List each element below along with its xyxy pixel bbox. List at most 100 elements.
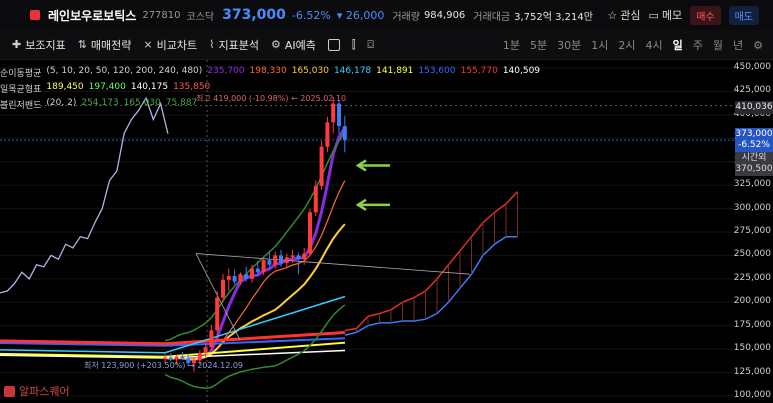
period-7[interactable]: 주	[693, 37, 703, 53]
bollinger-legend: 볼린저밴드 (20, 2) 254,173 165,030 75,887	[0, 98, 197, 111]
chart-area[interactable]: 순이동평균 (5, 10, 20, 50, 120, 200, 240, 480…	[0, 60, 773, 403]
period-2[interactable]: 30분	[557, 37, 581, 53]
analysis-icon: ⌇	[209, 38, 215, 51]
candle-body	[302, 253, 307, 260]
period-4[interactable]: 2시	[618, 37, 635, 53]
candle-body	[279, 255, 283, 263]
ma-value-1: 198,330	[249, 66, 287, 76]
indicators-label: 보조지표	[25, 38, 66, 52]
candle-body	[180, 356, 185, 359]
period-0[interactable]: 1분	[503, 37, 520, 53]
candle-type-button[interactable]: ⫿	[352, 38, 356, 52]
after-hours-label: 시간외	[741, 153, 767, 163]
compare-button[interactable]: ⨯ 비교차트	[143, 37, 197, 53]
memo-button[interactable]: ▭ 메모	[649, 7, 683, 23]
candle-body	[244, 274, 249, 279]
memo-icon: ▭	[648, 8, 659, 22]
buy-button[interactable]: 매수	[690, 5, 721, 25]
change-percent: -6.52%	[291, 8, 331, 22]
candle-body	[342, 126, 347, 141]
ma-legend-label: 순이동평균	[0, 69, 42, 79]
strategy-button[interactable]: ⇅ 매매전략	[78, 37, 132, 53]
ichimoku-span-a	[344, 191, 519, 332]
period-selector: 1분 5분 30분 1시 2시 4시 일 주 월 년 ⚙	[503, 30, 763, 60]
memo-label: 메모	[661, 9, 683, 22]
ma-value-7: 140,509	[502, 66, 541, 76]
ma-value-5: 153,600	[418, 66, 456, 76]
ma-value-3: 146,178	[333, 66, 372, 76]
candle-body	[232, 276, 237, 282]
compare-label: 비교차트	[156, 38, 198, 52]
y-tick-label: 450,000	[733, 62, 771, 72]
current-price-tag: 373,000 -6.52%	[735, 128, 773, 152]
star-icon: ☆	[607, 8, 618, 22]
period-8[interactable]: 월	[713, 37, 723, 53]
period-3[interactable]: 1시	[591, 37, 608, 53]
ichimoku-value-0: 189,450	[46, 82, 84, 92]
watch-button[interactable]: ☆ 관심	[607, 7, 640, 23]
bollinger-legend-values: 254,173 165,030 75,887	[81, 98, 197, 111]
ai-label: AI예측	[284, 38, 316, 52]
candle-body	[255, 268, 260, 273]
candlestick-icon: ⫿	[351, 37, 356, 51]
y-tick-label: 325,000	[733, 179, 771, 190]
period-9[interactable]: 년	[733, 37, 743, 53]
screenshot-button[interactable]: ⌼	[367, 38, 374, 52]
ai-button[interactable]: ⚙ AI예측	[271, 37, 316, 53]
y-tick-label: 200,000	[733, 296, 771, 307]
change-value: ▾ 26,000	[336, 8, 385, 22]
watermark-text: 알파스퀘어	[19, 385, 70, 398]
bollinger-lower	[164, 304, 346, 390]
analysis-label: 지표분석	[218, 38, 259, 52]
layout-button[interactable]	[327, 38, 340, 51]
y-tick-label: 425,000	[733, 85, 771, 96]
max-price-annotation: 최고 419,000 (-10.98%) ← 2025.02.10	[196, 94, 347, 103]
after-hours-price: 370,500	[735, 164, 773, 174]
candle-body	[238, 274, 243, 282]
ma-value-0: 235,700	[207, 66, 245, 76]
strategy-label: 매매전략	[90, 38, 132, 52]
bollinger-value-2: 75,887	[165, 98, 198, 108]
trendline-upper	[195, 253, 471, 275]
volume-label: 거래량	[392, 11, 420, 23]
y-tick-label: 250,000	[733, 249, 771, 260]
amount-label: 거래대금	[473, 11, 511, 23]
after-hours-tag: 시간외 370,500	[735, 152, 773, 176]
stock-code: 277810	[142, 9, 181, 21]
analysis-button[interactable]: ⌇ 지표분석	[209, 37, 259, 53]
candle-body	[273, 255, 278, 265]
candle-body	[313, 186, 318, 213]
top-actions: ☆ 관심 ▭ 메모 매수 매도	[607, 0, 759, 30]
candle-body	[325, 122, 330, 147]
price-chart[interactable]	[0, 60, 773, 403]
current-price: 373,000	[222, 7, 286, 23]
bollinger-value-0: 254,173	[81, 98, 119, 108]
ichimoku-legend: 일목균형표 189,450 197,400 140,175 135,850	[0, 82, 210, 95]
bollinger-upper	[164, 131, 346, 342]
stock-name[interactable]: 레인보우로보틱스	[48, 7, 136, 24]
ai-icon: ⚙	[270, 38, 281, 51]
ma-legend-params: (5, 10, 20, 50, 120, 200, 240, 480)	[46, 66, 203, 76]
y-tick-label: 300,000	[733, 202, 771, 213]
sort-icon: ⇅	[77, 38, 87, 51]
period-6[interactable]: 일	[673, 37, 683, 53]
bollinger-legend-params: (20, 2)	[46, 98, 77, 108]
period-5[interactable]: 4시	[646, 37, 663, 53]
indicators-button[interactable]: ✚ 보조지표	[12, 37, 66, 53]
settings-gear-icon[interactable]: ⚙	[753, 39, 763, 52]
sell-button[interactable]: 매도	[728, 5, 759, 25]
amount-value: 3,752억 3,214만	[514, 11, 593, 23]
period-1[interactable]: 5분	[530, 37, 547, 53]
ma-value-4: 141,891	[376, 66, 414, 76]
square-icon	[327, 38, 340, 51]
volume-value: 984,906	[423, 9, 466, 21]
candle-body	[284, 257, 289, 263]
candle-body	[267, 260, 272, 265]
candle-body	[290, 255, 295, 258]
y-tick-label: 225,000	[733, 272, 771, 283]
stock-logo-icon	[30, 10, 40, 20]
candle-body	[261, 260, 266, 273]
current-price-tag-value: 373,000	[735, 129, 773, 139]
candle-body	[337, 103, 341, 127]
candle-body	[163, 357, 167, 359]
